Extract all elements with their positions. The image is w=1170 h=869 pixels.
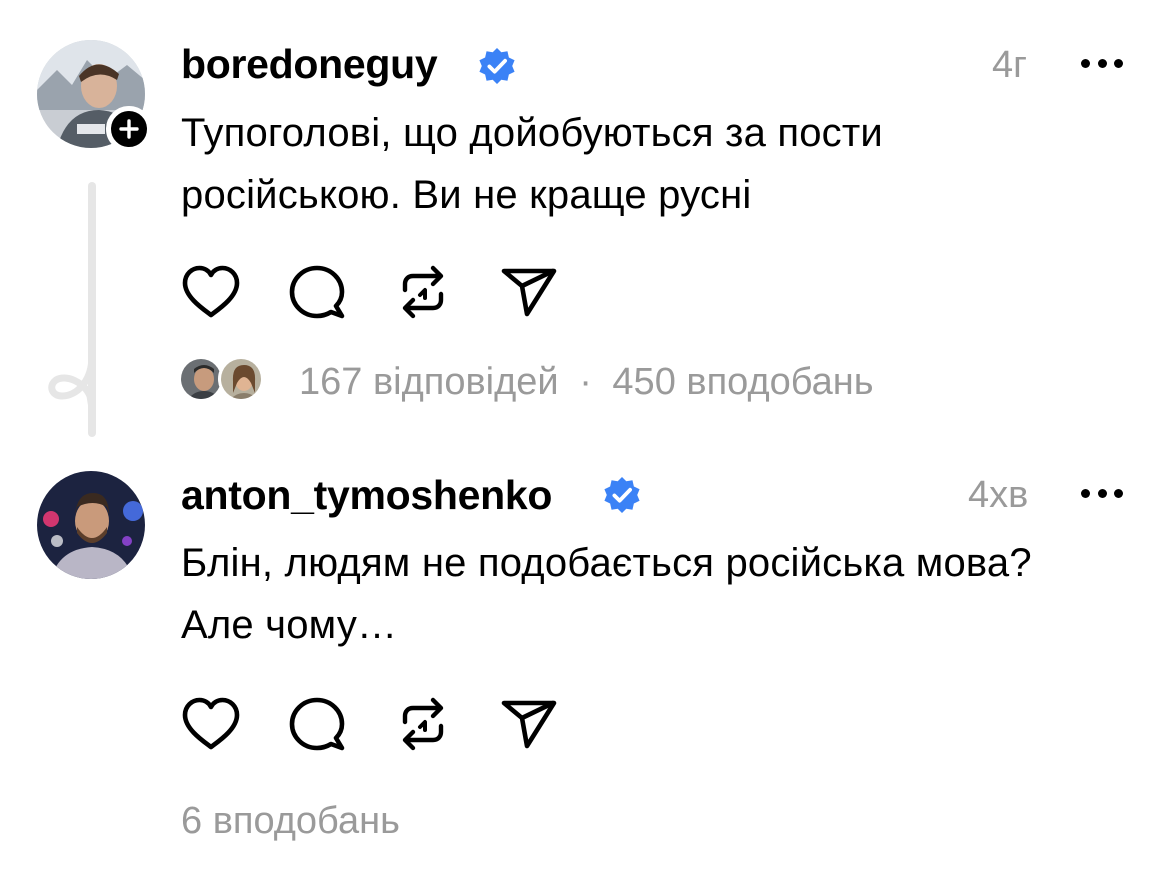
timestamp: 4хв	[968, 474, 1029, 516]
repost-icon	[402, 697, 444, 751]
heart-icon	[182, 697, 240, 750]
comment-bubble-icon	[289, 697, 345, 751]
more-dot	[1114, 488, 1123, 498]
post-text: Блін, людям не подобається російська мов…	[181, 541, 1032, 647]
send-icon	[501, 700, 557, 749]
share-button[interactable]	[499, 694, 559, 754]
post-anton-tymoshenko: anton_tymoshenko 4хв Блін, людям не подо…	[0, 0, 1170, 869]
more-dot	[1081, 488, 1090, 498]
avatar[interactable]	[37, 471, 145, 579]
repost-button[interactable]	[393, 694, 453, 754]
reply-button[interactable]	[287, 694, 347, 754]
more-button[interactable]	[1081, 487, 1123, 499]
verified-badge-icon	[604, 476, 640, 514]
likes-count[interactable]: 6 вподобань	[181, 802, 400, 840]
action-bar	[181, 694, 605, 754]
more-dot	[1097, 488, 1107, 498]
like-button[interactable]	[181, 694, 241, 754]
username[interactable]: anton_tymoshenko	[181, 475, 552, 516]
